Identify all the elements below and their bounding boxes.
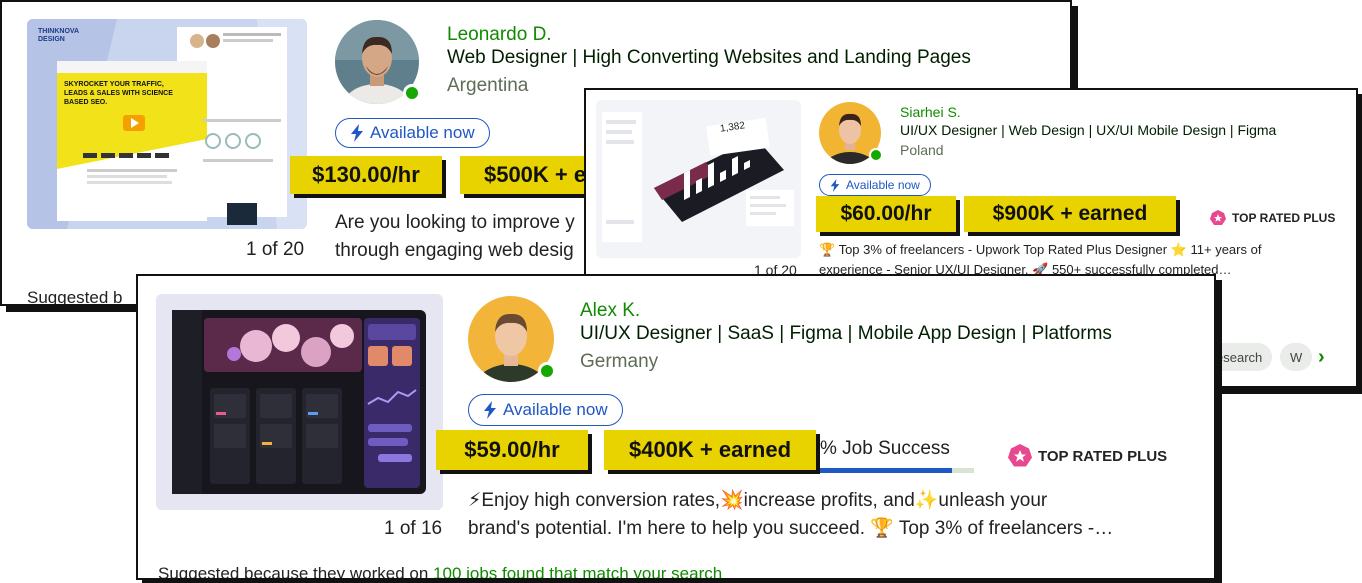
freelancer-location: Argentina [447, 75, 529, 96]
online-status-dot [538, 362, 556, 380]
portfolio-count: 1 of 20 [246, 239, 305, 260]
freelancer-name[interactable]: Alex K. [580, 300, 640, 322]
freelancer-card-alex[interactable]: 1 of 16 Alex K. UI/UX Designer | SaaS | … [136, 274, 1216, 580]
top-rated-icon [1210, 210, 1226, 225]
online-status-dot [869, 148, 883, 162]
freelancer-name[interactable]: Siarhei S. [900, 104, 961, 120]
description-line: Are you looking to improve y [335, 212, 575, 233]
hourly-rate-highlight: $59.00/hr [436, 430, 588, 470]
freelancer-name[interactable]: Leonardo D. [447, 24, 552, 46]
freelancer-description: ⚡Enjoy high conversion rates,💥increase p… [468, 487, 1113, 543]
badge-label: TOP RATED PLUS [1232, 211, 1336, 225]
matching-jobs-link[interactable]: 100 jobs found that match your search [433, 564, 722, 578]
suggested-prefix: Suggested because they worked on [158, 564, 434, 580]
hourly-rate-highlight: $130.00/hr [290, 156, 442, 194]
freelancer-title: Web Designer | High Converting Websites … [447, 47, 971, 68]
portfolio-count: 1 of 16 [384, 518, 443, 539]
available-label: Available now [846, 178, 920, 192]
description-line: through engaging web desig [335, 240, 574, 261]
job-success-label: % Job Success [820, 438, 950, 459]
freelancer-location: Germany [580, 351, 659, 372]
portfolio-thumbnail[interactable] [596, 100, 801, 258]
freelancer-description: Are you looking to improve y through eng… [335, 209, 575, 265]
earnings-highlight: $900K + earned [964, 196, 1176, 232]
lightning-icon [351, 124, 363, 142]
available-label: Available now [503, 400, 608, 419]
thumb-headline: SKYROCKET YOUR TRAFFIC, LEADS & SALES WI… [64, 81, 173, 106]
available-now-badge: Available now [468, 394, 623, 426]
job-success-fill [820, 468, 953, 473]
description-line: 🏆 Top 3% of freelancers - Upwork Top Rat… [819, 242, 1262, 257]
description-line: brand's potential. I'm here to help you … [468, 518, 1114, 539]
portfolio-thumbnail[interactable] [27, 19, 307, 229]
available-label: Available now [370, 123, 475, 142]
avatar[interactable] [819, 102, 883, 164]
suggested-reason: Suggested because they worked on 100 job… [158, 564, 722, 580]
avatar[interactable] [468, 296, 556, 382]
available-now-badge: Available now [819, 174, 931, 196]
top-rated-plus-badge: TOP RATED PLUS [1210, 210, 1335, 226]
avatar[interactable] [335, 20, 421, 104]
lightning-icon [830, 178, 840, 192]
hourly-rate-highlight: $60.00/hr [816, 196, 956, 232]
freelancer-location: Poland [900, 142, 944, 158]
lightning-icon [484, 401, 496, 419]
top-rated-icon [1008, 444, 1032, 467]
freelancer-title: UI/UX Designer | SaaS | Figma | Mobile A… [580, 323, 1112, 344]
description-line: ⚡Enjoy high conversion rates,💥increase p… [468, 490, 1048, 511]
freelancer-title: UI/UX Designer | Web Design | UX/UI Mobi… [900, 122, 1277, 138]
suggested-reason: Suggested b [27, 288, 123, 306]
online-status-dot [403, 84, 421, 102]
badge-label: TOP RATED PLUS [1038, 447, 1168, 465]
portfolio-thumbnail[interactable] [156, 294, 443, 510]
top-rated-plus-badge: TOP RATED PLUS [1008, 444, 1167, 468]
skill-chip[interactable]: W [1280, 343, 1313, 371]
earnings-highlight: $400K + earned [604, 430, 816, 470]
thumb-brand: THINKNOVA DESIGN [38, 28, 79, 43]
job-success-bar [820, 468, 974, 473]
chevron-right-icon[interactable]: › [1318, 346, 1325, 369]
available-now-badge: Available now [335, 118, 490, 148]
